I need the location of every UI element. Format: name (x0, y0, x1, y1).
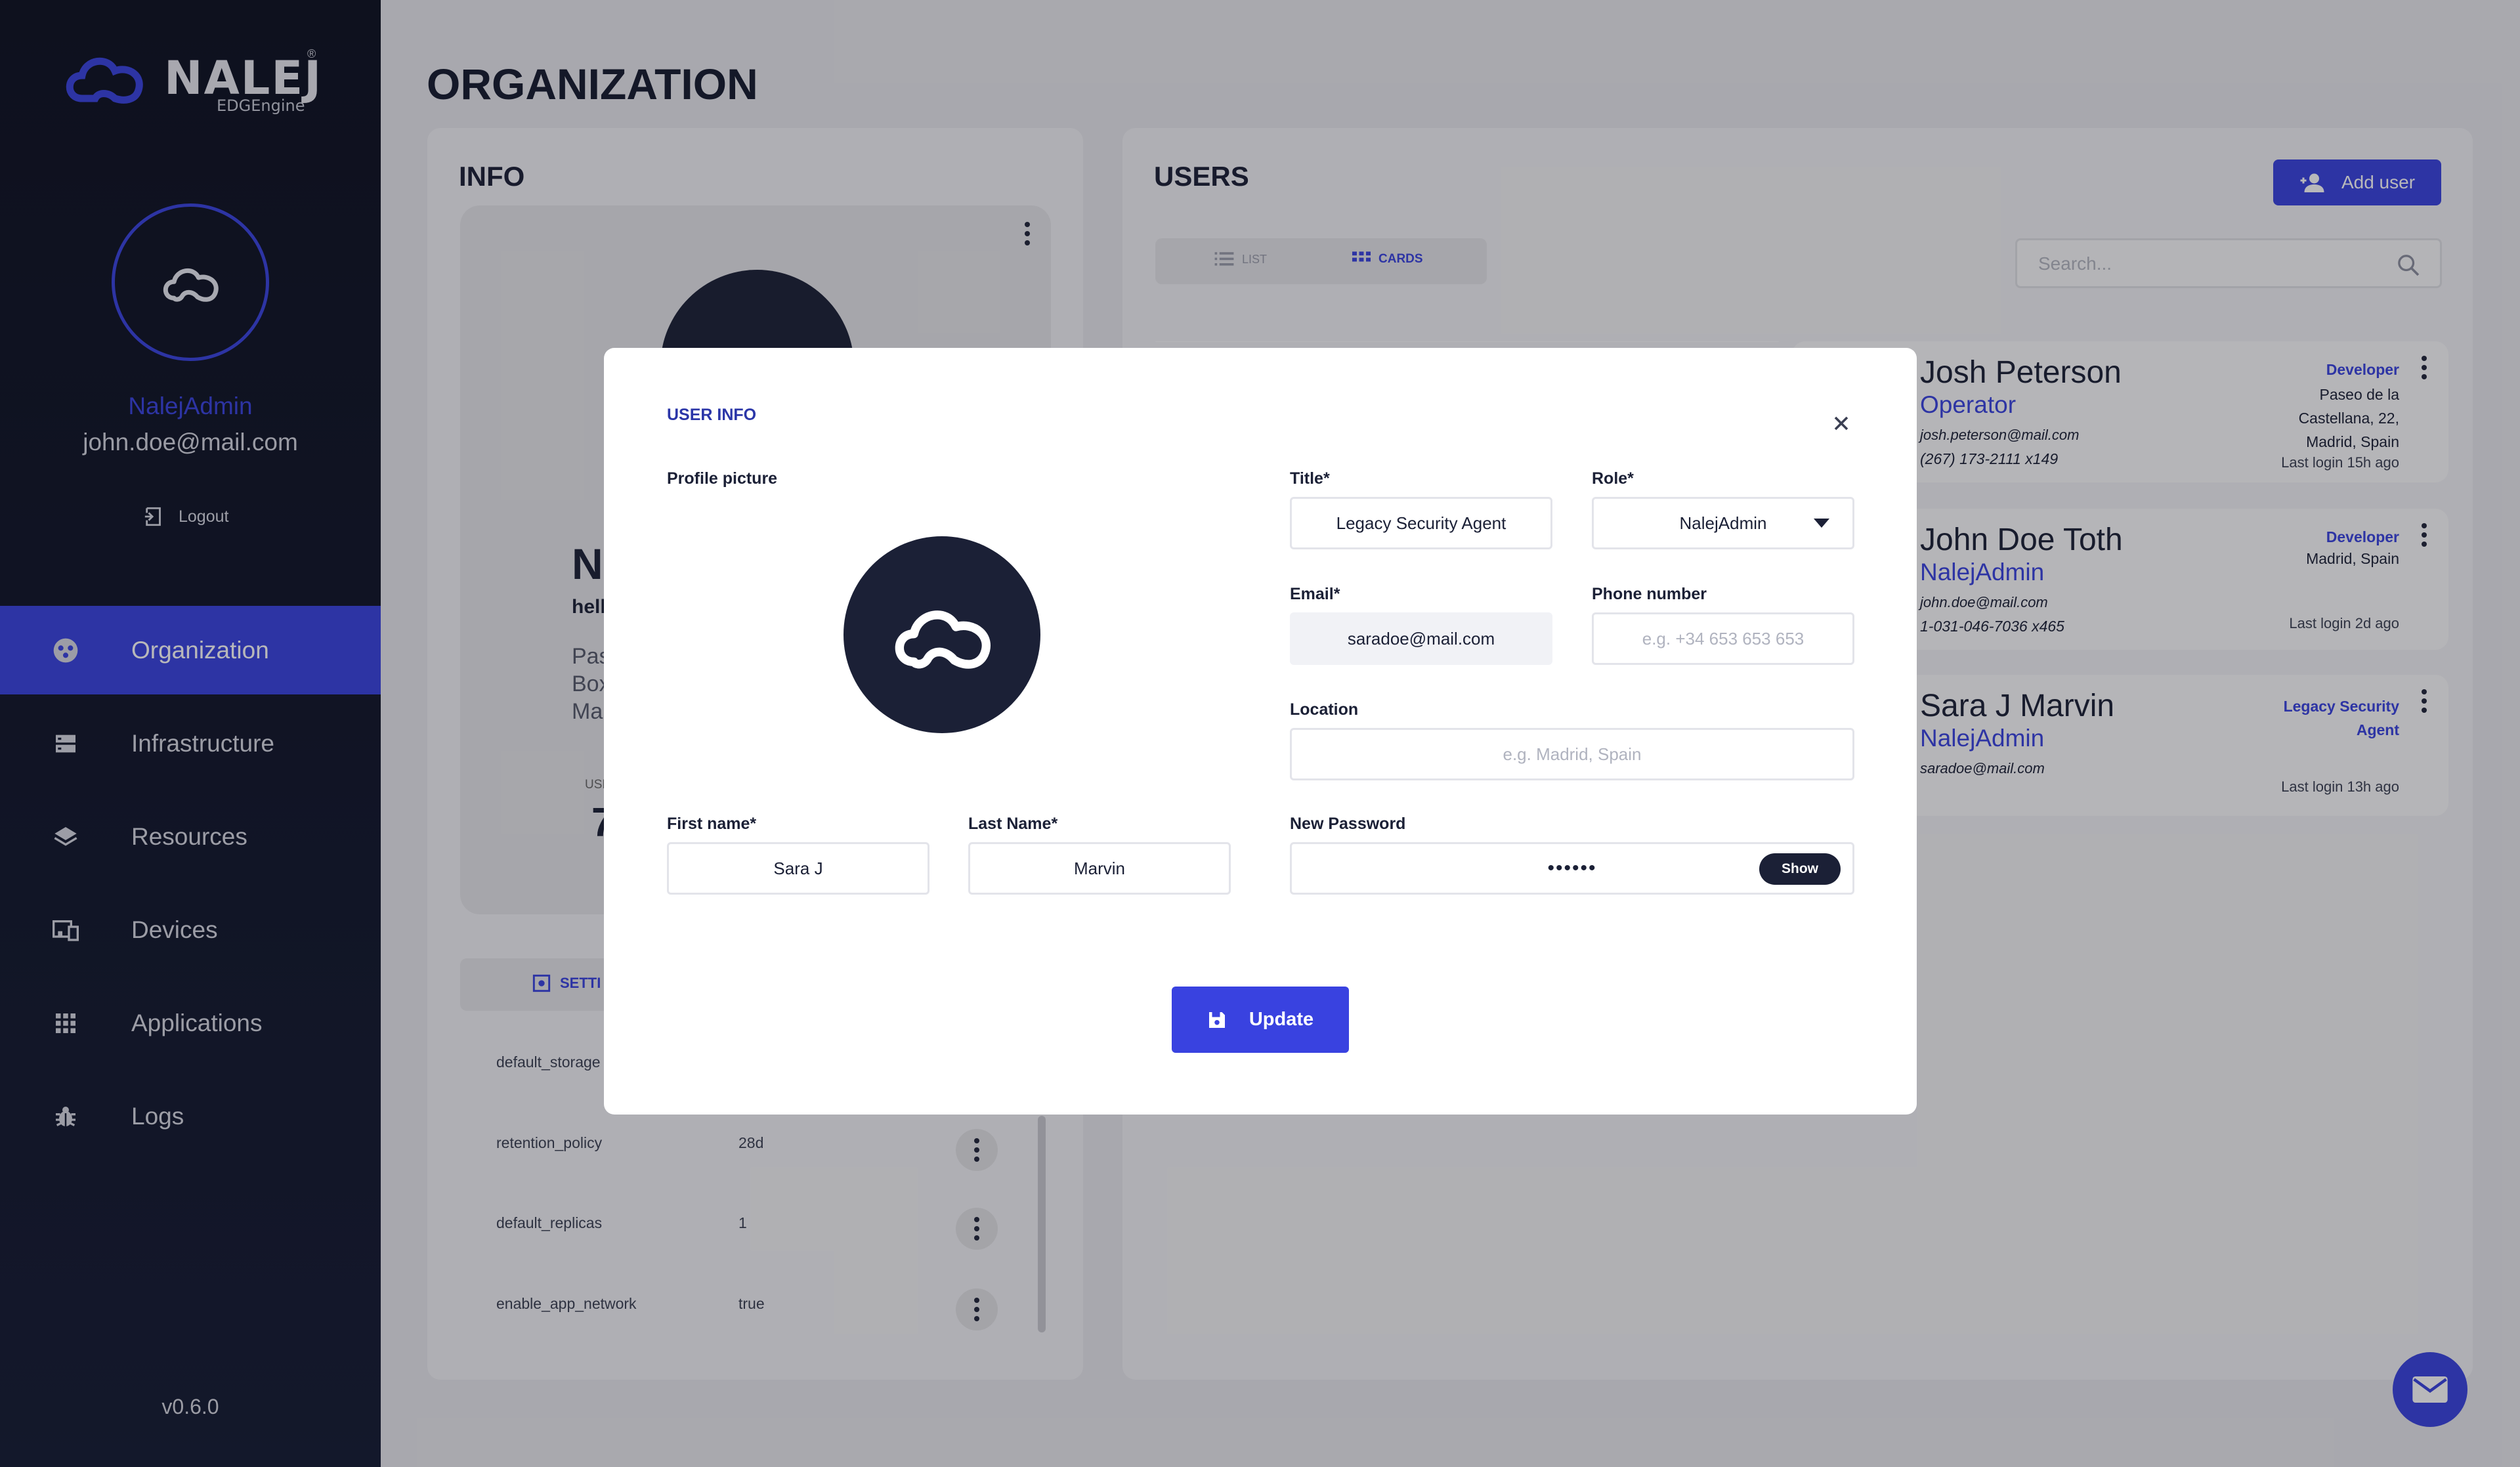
email-field[interactable]: saradoe@mail.com (1290, 612, 1552, 665)
password-field[interactable]: •••••• Show (1290, 842, 1854, 895)
close-button[interactable] (1831, 414, 1851, 436)
password-value: •••••• (1547, 857, 1597, 879)
phone-label: Phone number (1592, 585, 1707, 603)
show-password-button[interactable]: Show (1759, 853, 1841, 885)
modal-heading: USER INFO (667, 406, 757, 424)
location-placeholder: e.g. Madrid, Spain (1503, 744, 1642, 764)
update-label: Update (1249, 1009, 1314, 1030)
phone-field[interactable]: e.g. +34 653 653 653 (1592, 612, 1854, 665)
user-info-modal: USER INFO Profile picture Title* Legacy … (604, 348, 1917, 1115)
title-value: Legacy Security Agent (1336, 513, 1506, 533)
role-select[interactable]: NalejAdmin (1592, 497, 1854, 549)
email-label: Email* (1290, 585, 1340, 603)
last-name-value: Marvin (1073, 858, 1125, 878)
title-label: Title* (1290, 469, 1330, 488)
close-icon (1834, 416, 1848, 431)
cloud-icon (895, 610, 991, 669)
location-field[interactable]: e.g. Madrid, Spain (1290, 728, 1854, 780)
email-value: saradoe@mail.com (1347, 628, 1495, 648)
save-icon (1208, 1011, 1225, 1028)
first-name-value: Sara J (773, 858, 823, 878)
profile-picture[interactable] (844, 536, 1040, 733)
show-password-label: Show (1782, 861, 1818, 876)
update-button[interactable]: Update (1172, 987, 1349, 1053)
chevron-down-icon (1814, 519, 1829, 528)
title-field[interactable]: Legacy Security Agent (1290, 497, 1552, 549)
role-value: NalejAdmin (1679, 513, 1767, 533)
password-label: New Password (1290, 815, 1406, 833)
first-name-field[interactable]: Sara J (667, 842, 929, 895)
last-name-field[interactable]: Marvin (968, 842, 1231, 895)
first-name-label: First name* (667, 815, 757, 833)
location-label: Location (1290, 700, 1359, 719)
profile-picture-label: Profile picture (667, 469, 778, 488)
role-label: Role* (1592, 469, 1634, 488)
last-name-label: Last Name* (968, 815, 1058, 833)
phone-placeholder: e.g. +34 653 653 653 (1642, 628, 1805, 648)
